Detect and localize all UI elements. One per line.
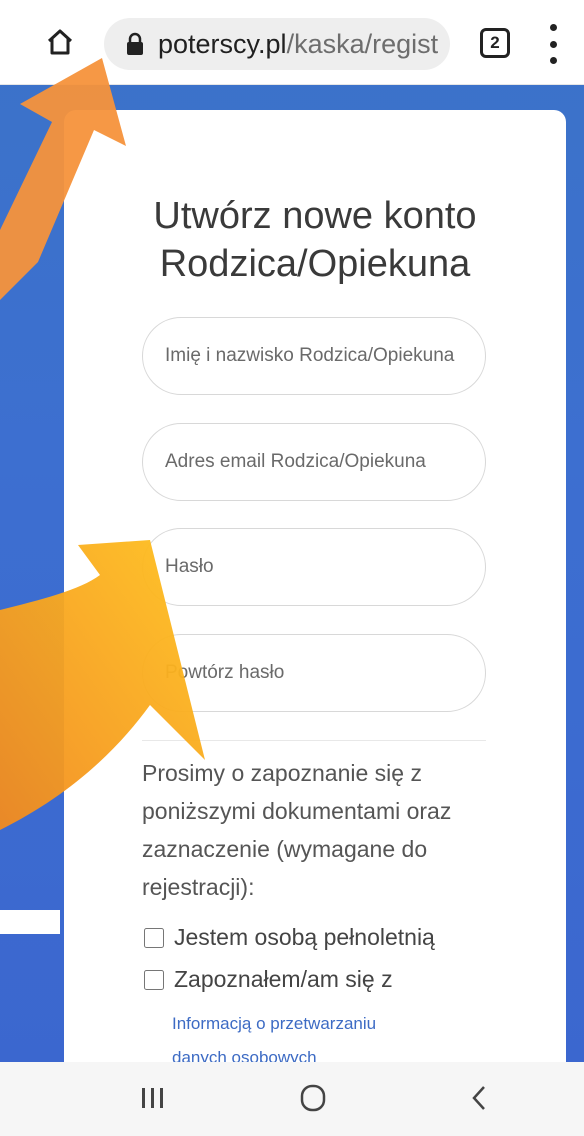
browser-toolbar: poterscy.pl/kaska/regist 2 xyxy=(0,0,584,85)
tabs-count: 2 xyxy=(490,33,500,52)
url-bar[interactable]: poterscy.pl/kaska/regist xyxy=(104,18,450,70)
home-nav-button[interactable] xyxy=(298,1080,328,1116)
tabs-counter-button[interactable]: 2 xyxy=(480,28,510,58)
registration-card: Utwórz nowe konto Rodzica/Opiekuna Prosi… xyxy=(64,110,566,1070)
privacy-checkbox-row[interactable]: Zapoznałem/am się z xyxy=(142,966,393,993)
url-text: poterscy.pl/kaska/regist xyxy=(158,29,438,60)
page-title: Utwórz nowe konto Rodzica/Opiekuna xyxy=(64,192,566,288)
recent-apps-icon xyxy=(142,1088,163,1108)
back-icon xyxy=(472,1086,485,1110)
divider xyxy=(142,740,486,741)
recent-apps-button[interactable] xyxy=(138,1080,168,1116)
consent-info-text: Prosimy o zapoznanie się z poniższymi do… xyxy=(142,760,452,900)
privacy-info-link-line-1[interactable]: Informacją o przetwarzaniu xyxy=(172,1006,376,1042)
title-line-2: Rodzica/Opiekuna xyxy=(159,243,471,285)
title-line-1: Utwórz nowe konto xyxy=(153,195,477,237)
repeat-password-input[interactable] xyxy=(142,634,486,712)
previous-page-edge xyxy=(0,910,60,934)
back-nav-button[interactable] xyxy=(464,1080,494,1116)
password-input[interactable] xyxy=(142,528,486,606)
privacy-checkbox[interactable] xyxy=(144,969,164,990)
lock-icon xyxy=(127,32,143,55)
email-input[interactable] xyxy=(142,423,486,501)
home-circle-icon xyxy=(300,1084,326,1112)
adult-checkbox[interactable] xyxy=(144,927,164,948)
adult-checkbox-label: Jestem osobą pełnoletnią xyxy=(174,924,435,950)
name-input[interactable] xyxy=(142,317,486,395)
home-icon xyxy=(47,29,73,55)
more-vert-icon[interactable] xyxy=(545,24,561,64)
url-path: /kaska/regist xyxy=(286,28,439,59)
adult-checkbox-row[interactable]: Jestem osobą pełnoletnią xyxy=(142,924,435,951)
url-host: poterscy.pl xyxy=(158,28,287,59)
privacy-checkbox-label: Zapoznałem/am się z xyxy=(174,966,393,992)
android-navigation-bar xyxy=(0,1062,584,1136)
home-button[interactable] xyxy=(40,22,80,62)
